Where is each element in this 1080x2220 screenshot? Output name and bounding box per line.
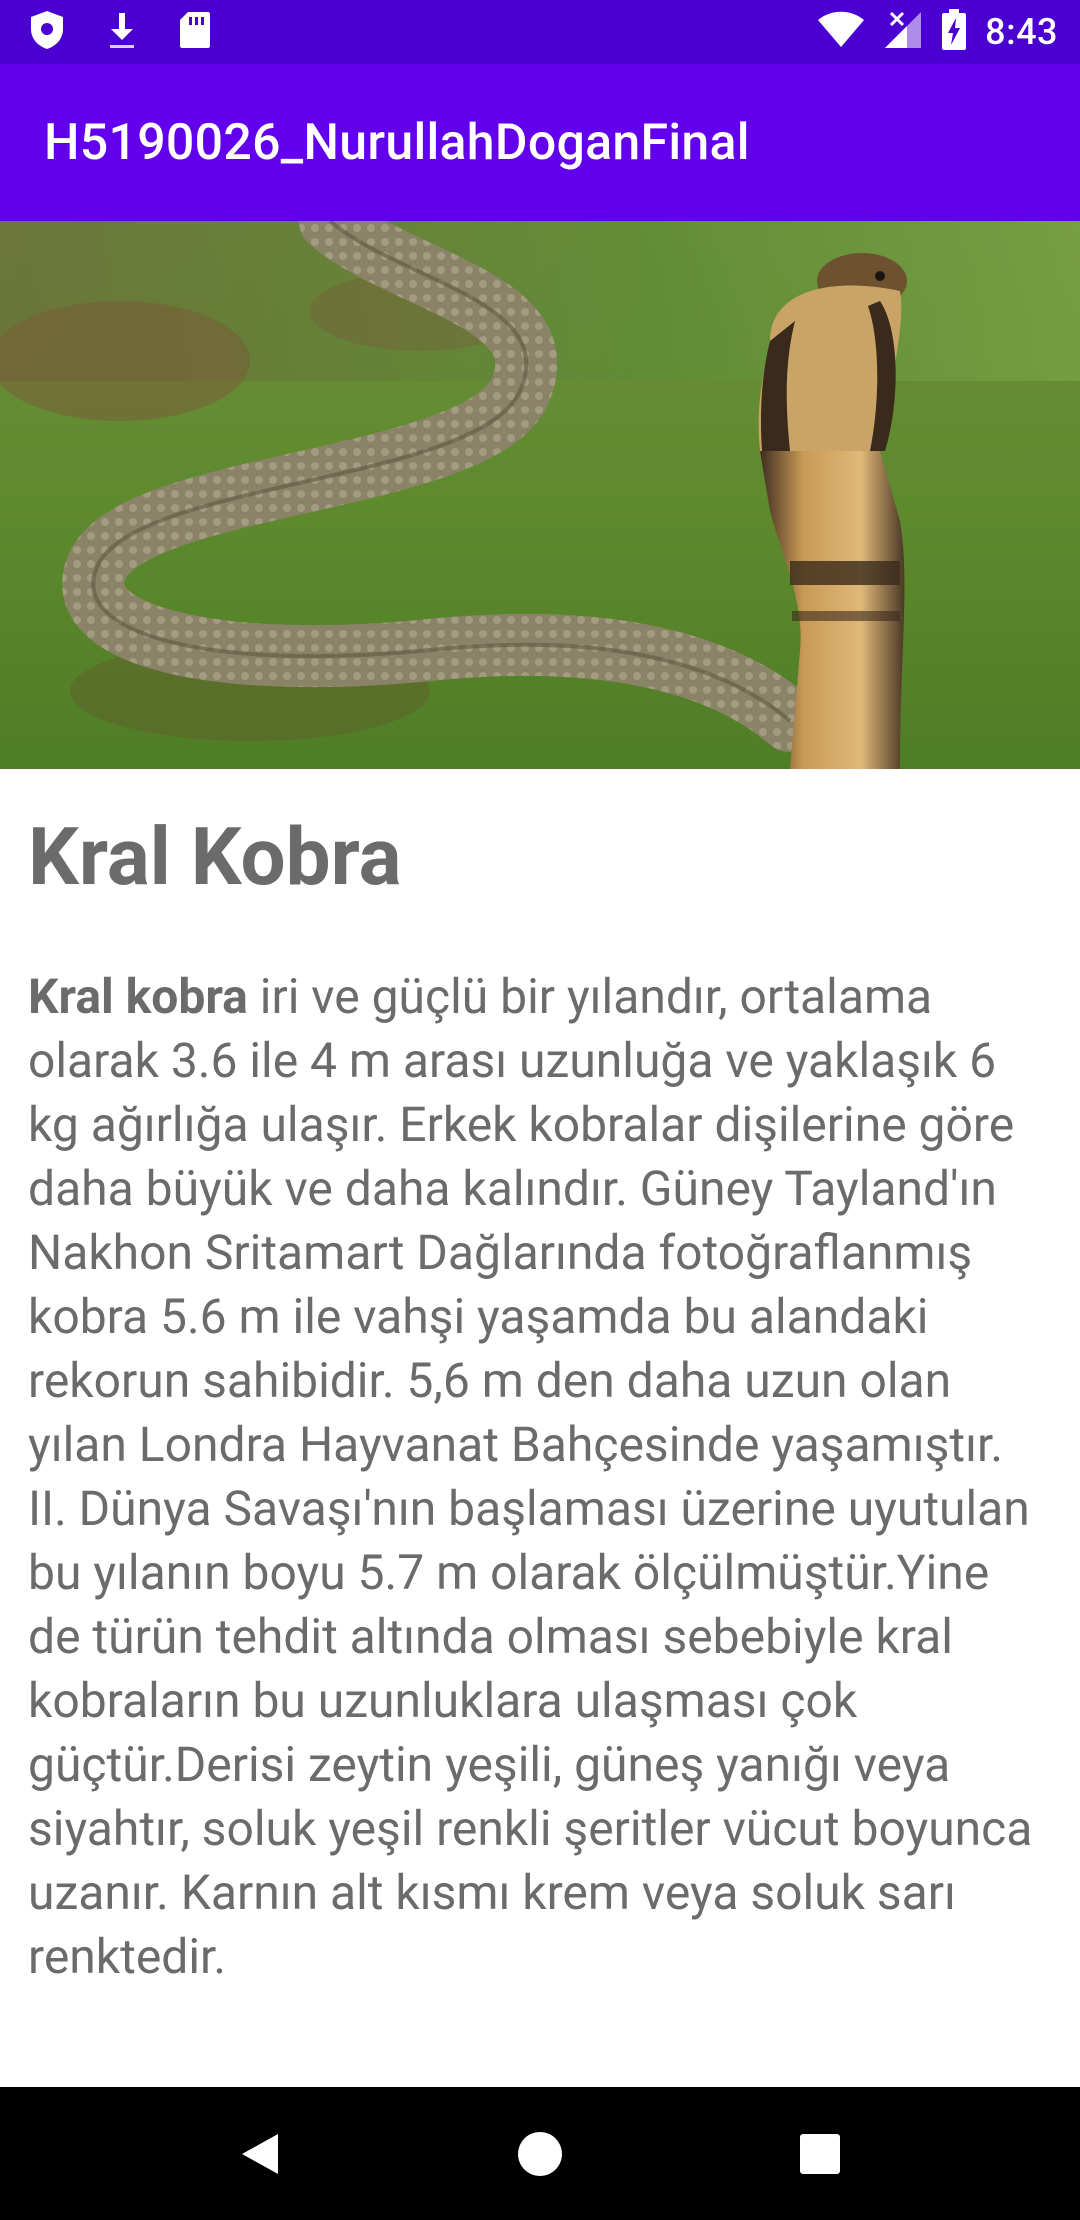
article-lead-bold: Kral kobra [28, 968, 248, 1025]
app-title: H5190026_NurullahDoganFinal [44, 113, 750, 172]
article-body: Kral kobra iri ve güçlü bir yılandır, or… [28, 965, 1052, 1989]
cobra-photo [0, 221, 1080, 769]
recents-icon [800, 2133, 840, 2174]
app-bar: H5190026_NurullahDoganFinal [0, 64, 1080, 221]
home-icon [518, 2131, 562, 2176]
hero-image [0, 221, 1080, 769]
back-icon [242, 2133, 278, 2174]
signal-icon [883, 10, 923, 54]
recents-button[interactable] [780, 2114, 860, 2194]
wifi-icon [817, 11, 865, 53]
battery-charging-icon [941, 9, 967, 55]
sd-card-icon [178, 10, 212, 54]
article-content: Kral Kobra Kral kobra iri ve güçlü bir y… [0, 769, 1080, 2087]
download-icon [106, 9, 138, 55]
status-time: 8:43 [985, 11, 1058, 53]
article-body-text: iri ve güçlü bir yılandır, ortalama olar… [28, 968, 1033, 1985]
home-button[interactable] [500, 2114, 580, 2194]
back-button[interactable] [220, 2114, 300, 2194]
shield-icon [28, 9, 66, 55]
status-bar: 8:43 [0, 0, 1080, 64]
status-left-icons [28, 9, 212, 55]
navigation-bar [0, 2087, 1080, 2220]
article-title: Kral Kobra [28, 810, 402, 904]
status-right-icons: 8:43 [817, 9, 1058, 55]
